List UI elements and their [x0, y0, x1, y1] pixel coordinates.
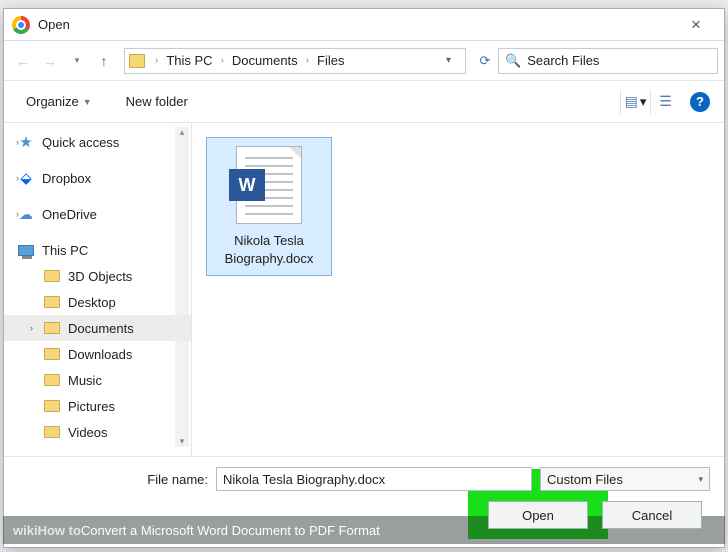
- folder-icon: [44, 374, 60, 386]
- chevron-down-icon: ▼: [83, 97, 92, 107]
- sidebar-item-3d-objects[interactable]: 3D Objects: [4, 263, 191, 289]
- file-item-selected[interactable]: W Nikola Tesla Biography.docx: [206, 137, 332, 276]
- sidebar-item-desktop[interactable]: Desktop: [4, 289, 191, 315]
- search-icon: 🔍: [505, 53, 521, 69]
- crumb-documents[interactable]: Documents: [228, 53, 302, 68]
- nav-forward[interactable]: →: [37, 48, 63, 74]
- filetype-combo[interactable]: Custom Files ▾: [540, 467, 710, 491]
- sidebar-item-quick-access[interactable]: › ★ Quick access: [4, 129, 191, 155]
- crumb-files[interactable]: Files: [313, 53, 348, 68]
- breadcrumb[interactable]: › This PC › Documents › Files ▾: [124, 48, 466, 74]
- sidebar-item-this-pc[interactable]: ⌄ This PC: [4, 237, 191, 263]
- file-pane[interactable]: W Nikola Tesla Biography.docx: [192, 123, 724, 456]
- chevron-right-icon: ›: [16, 173, 19, 183]
- chevron-down-icon: ▾: [698, 474, 703, 485]
- star-icon: ★: [18, 135, 34, 149]
- folder-icon: [44, 270, 60, 282]
- filename-label: File name:: [18, 472, 208, 487]
- nav-row: ← → ▾ ↑ › This PC › Documents › Files ▾ …: [4, 41, 724, 81]
- sidebar-item-dropbox[interactable]: › ⬙ Dropbox: [4, 165, 191, 191]
- chevron-right-icon: ›: [16, 137, 19, 147]
- open-button[interactable]: Open: [488, 501, 588, 529]
- new-folder-button[interactable]: New folder: [118, 90, 196, 113]
- crumb-root[interactable]: This PC: [162, 53, 216, 68]
- search-input[interactable]: 🔍 Search Files: [498, 48, 718, 74]
- chevron-right-icon: ›: [217, 55, 228, 66]
- refresh-button[interactable]: ⟳: [473, 53, 497, 69]
- chevron-right-icon: ›: [16, 209, 19, 219]
- view-details-button[interactable]: ☰: [650, 90, 680, 114]
- dropbox-icon: ⬙: [18, 171, 34, 185]
- help-button[interactable]: ?: [690, 92, 710, 112]
- sidebar: › ★ Quick access › ⬙ Dropbox › ☁ OneDriv…: [4, 123, 192, 456]
- cancel-button[interactable]: Cancel: [602, 501, 702, 529]
- chevron-down-icon[interactable]: ▾: [442, 55, 455, 66]
- nav-recent[interactable]: ▾: [64, 48, 90, 74]
- pc-icon: [18, 245, 34, 256]
- window-title: Open: [38, 17, 676, 32]
- chrome-icon: [12, 16, 30, 34]
- sidebar-item-documents[interactable]: ›Documents: [4, 315, 191, 341]
- organize-button[interactable]: Organize ▼: [18, 90, 100, 113]
- filename-input[interactable]: [216, 467, 532, 491]
- folder-icon: [44, 348, 60, 360]
- open-dialog: Open × ← → ▾ ↑ › This PC › Documents › F…: [3, 8, 725, 548]
- titlebar: Open ×: [4, 9, 724, 41]
- view-thumbnails-button[interactable]: ▤▾: [620, 90, 650, 114]
- sidebar-item-videos[interactable]: Videos: [4, 419, 191, 445]
- toolbar: Organize ▼ New folder ▤▾ ☰ ?: [4, 81, 724, 123]
- close-button[interactable]: ×: [676, 15, 716, 35]
- chevron-right-icon: ›: [30, 323, 33, 333]
- folder-icon: [44, 296, 60, 308]
- file-name: Nikola Tesla Biography.docx: [211, 232, 327, 267]
- sidebar-item-music[interactable]: Music: [4, 367, 191, 393]
- chevron-right-icon: ›: [302, 55, 313, 66]
- sidebar-item-downloads[interactable]: Downloads: [4, 341, 191, 367]
- chevron-right-icon: ›: [151, 55, 162, 66]
- folder-icon: [44, 322, 60, 334]
- word-badge: W: [229, 169, 265, 201]
- body: › ★ Quick access › ⬙ Dropbox › ☁ OneDriv…: [4, 123, 724, 457]
- search-placeholder: Search Files: [527, 53, 599, 68]
- folder-icon: [44, 400, 60, 412]
- sidebar-item-onedrive[interactable]: › ☁ OneDrive: [4, 201, 191, 227]
- folder-icon: [129, 54, 145, 68]
- nav-up[interactable]: ↑: [91, 48, 117, 74]
- sidebar-item-pictures[interactable]: Pictures: [4, 393, 191, 419]
- cloud-icon: ☁: [18, 207, 34, 221]
- nav-back[interactable]: ←: [10, 48, 36, 74]
- folder-icon: [44, 426, 60, 438]
- docx-icon: W: [236, 146, 302, 224]
